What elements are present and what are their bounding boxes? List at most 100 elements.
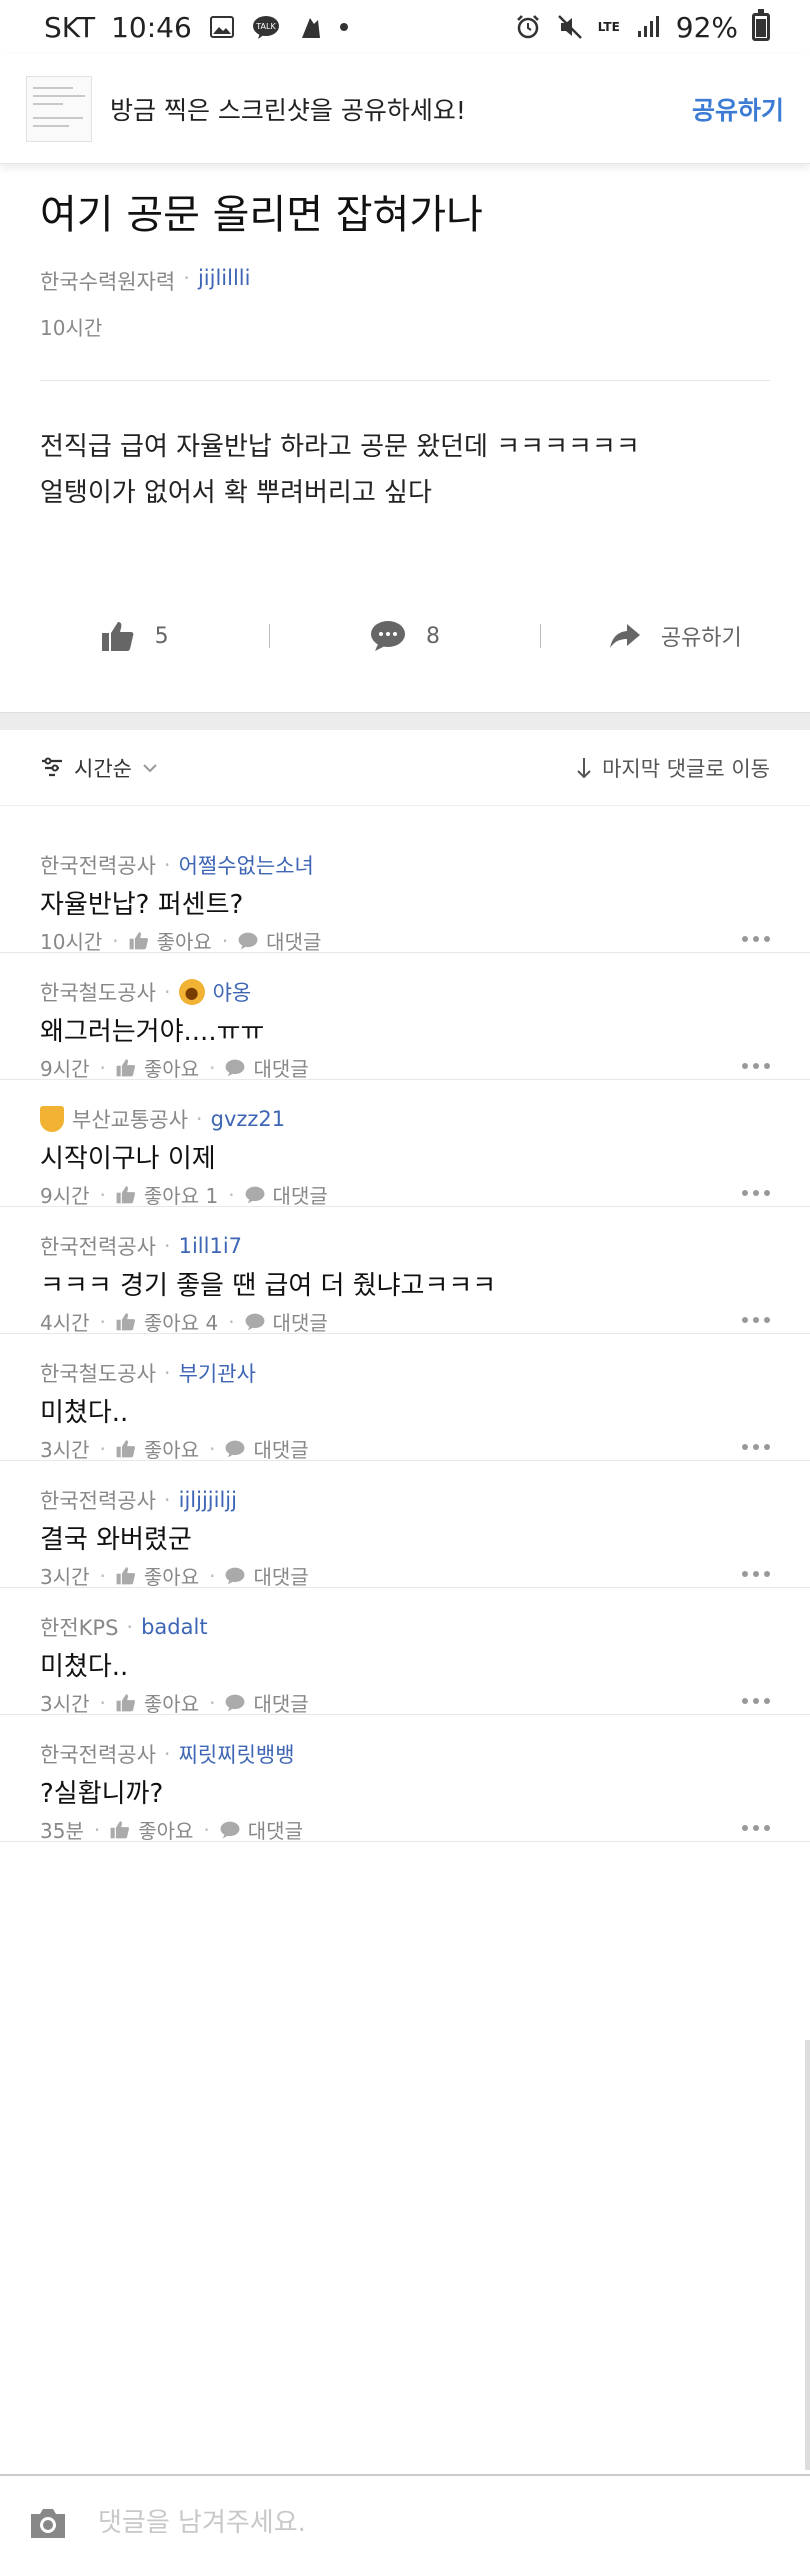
comment-author[interactable]: 한국철도공사 · ● 야옹 (40, 977, 251, 1007)
share-screenshot-banner[interactable]: 방금 찍은 스크린샷을 공유하세요! 공유하기 (0, 54, 810, 164)
comment-author[interactable]: 한전KPS · badalt (40, 1612, 208, 1642)
comment-author[interactable]: 부산교통공사 · gvzz21 (40, 1104, 285, 1134)
reply-button[interactable]: 대댓글 (245, 1307, 328, 1336)
reply-button[interactable]: 대댓글 (225, 1688, 309, 1717)
reply-button[interactable]: 대댓글 (238, 926, 321, 955)
app-notification-icon (296, 13, 324, 41)
arrow-down-icon (577, 757, 591, 778)
comment-like-button[interactable]: 좋아요 (129, 926, 212, 955)
reply-button[interactable]: 대댓글 (225, 1561, 309, 1590)
reply-button[interactable]: 대댓글 (245, 1180, 328, 1209)
separator-dot: · (209, 1055, 216, 1080)
comment-like-label: 좋아요 (138, 1819, 194, 1843)
reply-button[interactable]: 대댓글 (220, 1815, 303, 1844)
svg-text:TALK: TALK (255, 22, 276, 31)
camera-icon[interactable] (28, 2506, 68, 2540)
post-author-nick[interactable]: jijlillli (198, 266, 251, 296)
comment-author[interactable]: 한국전력공사 · 1ill1i7 (40, 1231, 242, 1261)
comment-author-nick[interactable]: 어쩔수없는소녀 (179, 850, 314, 880)
comment-author-nick[interactable]: 1ill1i7 (179, 1234, 242, 1258)
speech-bubble-icon (226, 1440, 245, 1457)
separator-dot: · (99, 1055, 106, 1080)
separator-dot: · (209, 1436, 216, 1461)
comment-like-button[interactable]: 좋아요 (116, 1434, 199, 1463)
comment-like-button[interactable]: 좋아요 (110, 1815, 193, 1844)
comment-author[interactable]: 한국철도공사 · 부기관사 (40, 1358, 256, 1388)
comment-like-button[interactable]: 좋아요 (116, 1688, 199, 1717)
more-options-icon[interactable] (742, 1063, 770, 1069)
post-timestamp: 10시간 (40, 316, 103, 340)
reply-label: 대댓글 (247, 1819, 303, 1843)
separator-dot: · (93, 1817, 101, 1842)
comment-timestamp: 3시간 (40, 1438, 90, 1462)
post-share-button[interactable]: 공유하기 (541, 620, 810, 652)
speech-bubble-icon (226, 1059, 245, 1076)
comment-count-button[interactable]: 8 (270, 620, 539, 652)
comment-author-nick[interactable]: 야옹 (213, 977, 252, 1007)
comment-like-button[interactable]: 좋아요 4 (116, 1307, 218, 1336)
like-button[interactable]: 5 (0, 620, 269, 652)
comment-like-label: 좋아요 (143, 1692, 200, 1716)
comment-author-nick[interactable]: ijljjjiljj (179, 1488, 237, 1512)
comment-author-nick[interactable]: gvzz21 (211, 1107, 286, 1131)
separator-dot: · (99, 1309, 106, 1334)
more-options-icon[interactable] (742, 1825, 770, 1831)
more-options-icon[interactable] (742, 1444, 770, 1450)
thumbs-up-icon (116, 1440, 135, 1458)
more-options-icon[interactable] (742, 936, 770, 942)
comment-like-label: 좋아요 (156, 930, 212, 954)
screenshot-thumbnail[interactable] (26, 75, 92, 142)
comment-author[interactable]: 한국전력공사 · 찌릿찌릿뱅뱅 (40, 1739, 295, 1769)
comment-like-button[interactable]: 좋아요 (116, 1053, 199, 1082)
more-options-icon[interactable] (742, 1571, 770, 1577)
comment-author-nick[interactable]: badalt (141, 1615, 207, 1639)
reply-button[interactable]: 대댓글 (225, 1053, 309, 1082)
reply-button[interactable]: 대댓글 (225, 1434, 309, 1463)
sort-label: 시간순 (74, 756, 132, 781)
separator-dot: · (112, 928, 119, 953)
separator-dot: · (163, 853, 171, 877)
separator-dot: · (163, 1361, 171, 1385)
comment-like-label: 좋아요 4 (143, 1311, 219, 1335)
separator-dot: · (99, 1436, 106, 1461)
comment-item: 한국전력공사 · 찌릿찌릿뱅뱅 ?실홥니까? 35분 · 좋아요 · 대댓글 (0, 1715, 810, 1844)
comment-item: 한전KPS · badalt 미쳤다.. 3시간 · 좋아요 · 대댓글 (0, 1588, 810, 1717)
comment-author-org: 한국전력공사 (40, 1235, 156, 1259)
signal-icon (634, 13, 662, 41)
comment-author[interactable]: 한국전력공사 · ijljjjiljj (40, 1485, 237, 1515)
jump-to-last-comment-button[interactable]: 마지막 댓글로 이동 (576, 753, 770, 783)
comment-like-button[interactable]: 좋아요 1 (116, 1180, 218, 1209)
post-author[interactable]: 한국수력원자력 · jijlillli (40, 266, 250, 296)
divider (40, 380, 770, 381)
reply-label: 대댓글 (253, 1565, 309, 1589)
comment-footer: 9시간 · 좋아요 1 · 대댓글 (40, 1180, 328, 1209)
comment-author-nick[interactable]: 부기관사 (179, 1358, 256, 1388)
thumbs-up-icon (116, 1694, 135, 1712)
post-author-org: 한국수력원자력 (40, 270, 176, 294)
comment-like-label: 좋아요 (143, 1565, 200, 1589)
comment-author-nick[interactable]: 찌릿찌릿뱅뱅 (179, 1739, 295, 1769)
lion-emoji-icon: ● (178, 979, 205, 1005)
post-action-bar: 5 8 공유하기 (0, 610, 810, 662)
clock: 10:46 (111, 10, 192, 44)
comment-item: 부산교통공사 · gvzz21 시작이구나 이제 9시간 · 좋아요 1 · 대… (0, 1080, 810, 1209)
battery-icon (752, 9, 770, 41)
comment-author-org: 한국전력공사 (40, 1489, 156, 1513)
comment-item: 한국전력공사 · ijljjjiljj 결국 와버렸군 3시간 · 좋아요 · … (0, 1461, 810, 1590)
comment-input[interactable] (98, 2507, 698, 2538)
sort-dropdown[interactable]: 시간순 (40, 753, 158, 783)
separator-dot: · (228, 1182, 235, 1207)
scrollbar[interactable] (805, 2040, 810, 2470)
more-options-icon[interactable] (742, 1698, 770, 1704)
more-options-icon[interactable] (742, 1317, 770, 1323)
comment-author-org: 한국전력공사 (40, 854, 156, 878)
share-button[interactable]: 공유하기 (692, 91, 784, 127)
comment-text: 자율반납? 퍼센트? (40, 890, 244, 920)
comment-footer: 3시간 · 좋아요 · 대댓글 (40, 1561, 309, 1590)
comment-like-button[interactable]: 좋아요 (116, 1561, 199, 1590)
comment-item: 한국철도공사 · 부기관사 미쳤다.. 3시간 · 좋아요 · 대댓글 (0, 1334, 810, 1463)
comment-author[interactable]: 한국전력공사 · 어쩔수없는소녀 (40, 850, 314, 880)
separator-dot: · (228, 1309, 235, 1334)
more-options-icon[interactable] (742, 1190, 770, 1196)
comment-footer: 4시간 · 좋아요 4 · 대댓글 (40, 1307, 328, 1336)
